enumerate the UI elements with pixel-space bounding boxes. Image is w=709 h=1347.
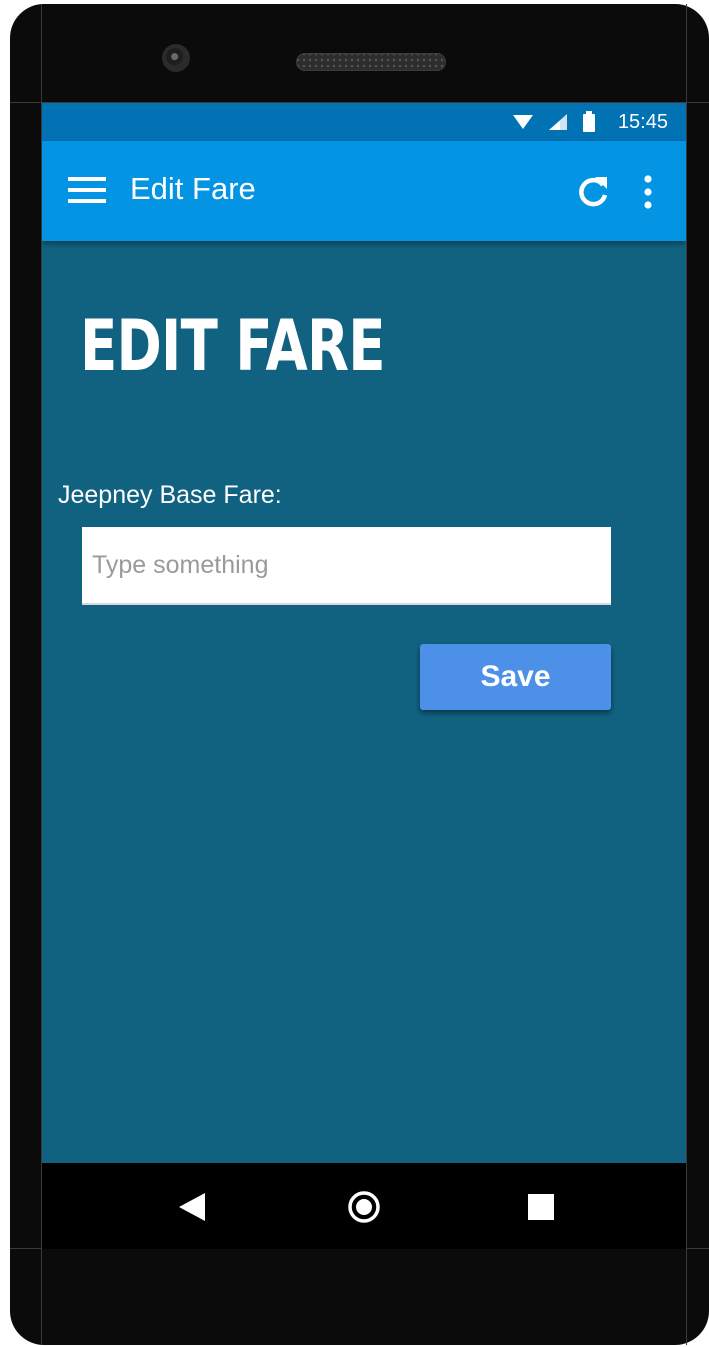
- battery-icon: [582, 111, 595, 132]
- front-camera: [162, 44, 190, 72]
- save-button[interactable]: Save: [420, 644, 611, 710]
- earpiece-speaker: [296, 53, 446, 71]
- app-bar: Edit Fare: [42, 141, 686, 241]
- signal-icon: [548, 114, 567, 130]
- jeepney-base-fare-input[interactable]: [82, 527, 611, 605]
- app-bar-title: Edit Fare: [130, 171, 256, 206]
- frame-guide-right: [686, 4, 687, 1345]
- phone-screen: 15:45 Edit Fare Edit Fare Jeepney Ba: [42, 103, 686, 1249]
- refresh-icon[interactable]: [574, 173, 612, 211]
- recents-icon[interactable]: [523, 1189, 559, 1225]
- hamburger-menu-icon[interactable]: [68, 175, 106, 205]
- page-heading: Edit Fare: [80, 305, 386, 387]
- home-icon[interactable]: [346, 1189, 382, 1225]
- status-bar: 15:45: [42, 103, 686, 141]
- fare-field-label: Jeepney Base Fare:: [58, 481, 282, 509]
- wifi-icon: [512, 115, 533, 129]
- more-vert-icon[interactable]: [636, 173, 660, 211]
- status-time: 15:45: [617, 110, 668, 133]
- navigation-bar: [42, 1163, 686, 1249]
- back-icon[interactable]: [174, 1189, 210, 1225]
